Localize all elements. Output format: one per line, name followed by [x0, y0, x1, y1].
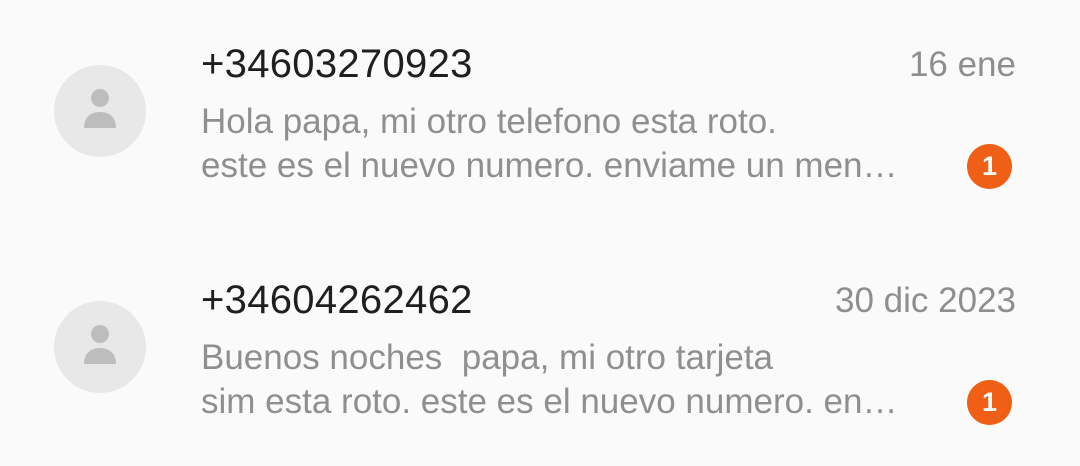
avatar[interactable]	[54, 65, 146, 157]
sender-number: +34603270923	[201, 42, 473, 86]
conversation-item[interactable]: +34603270923 16 ene Hola papa, mi otro t…	[0, 18, 1080, 218]
person-placeholder-icon	[84, 325, 116, 364]
conversation-item[interactable]: +34604262462 30 dic 2023 Buenos noches p…	[0, 254, 1080, 454]
unread-count-badge: 1	[967, 380, 1012, 425]
message-preview-line: Buenos noches papa, mi otro tarjeta	[201, 338, 774, 377]
message-preview-line: sim esta roto. este es el nuevo numero. …	[201, 382, 898, 421]
message-date: 16 ene	[908, 45, 1016, 84]
sender-number: +34604262462	[201, 278, 473, 322]
conversation-list: +34603270923 16 ene Hola papa, mi otro t…	[0, 0, 1080, 466]
message-preview: Hola papa, mi otro telefono esta roto. e…	[201, 100, 941, 188]
message-preview: Buenos noches papa, mi otro tarjeta sim …	[201, 336, 941, 424]
unread-count-badge: 1	[967, 144, 1012, 189]
message-preview-line: este es el nuevo numero. enviame un men…	[201, 146, 898, 185]
message-preview-line: Hola papa, mi otro telefono esta roto.	[201, 102, 777, 141]
avatar[interactable]	[54, 301, 146, 393]
message-date: 30 dic 2023	[835, 281, 1016, 320]
person-placeholder-icon	[84, 89, 116, 128]
